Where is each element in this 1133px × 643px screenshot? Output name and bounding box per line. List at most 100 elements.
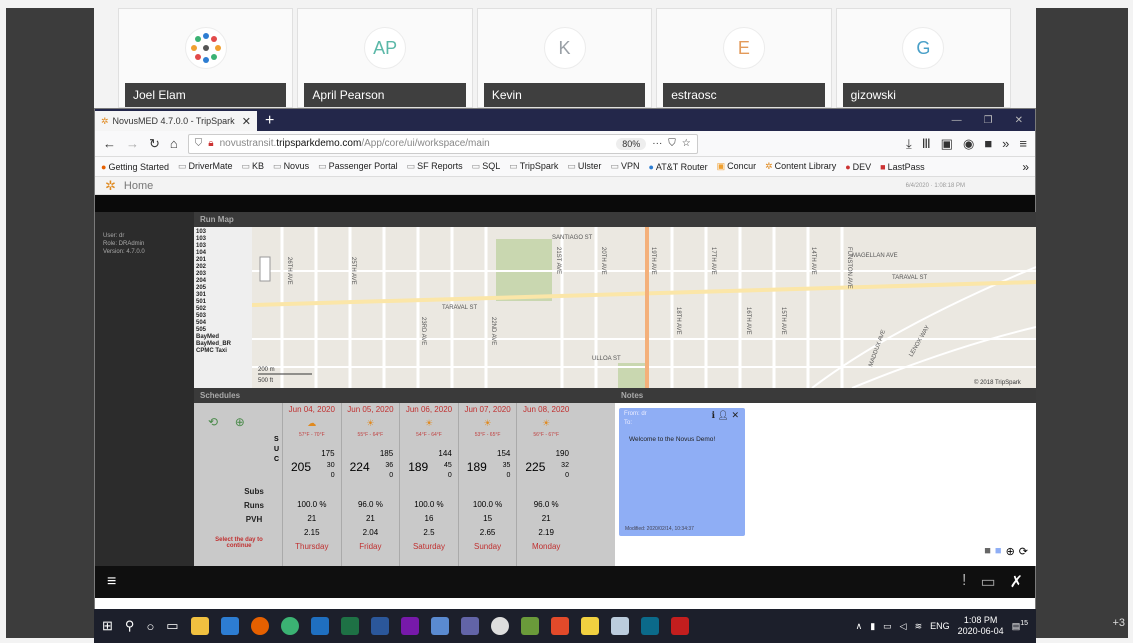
close-tab-icon[interactable]: ✕: [242, 115, 251, 128]
reload-icon[interactable]: ↻: [149, 136, 160, 152]
forward-icon[interactable]: →: [126, 136, 139, 151]
run-list-item[interactable]: 502: [196, 306, 250, 313]
bookmark-item[interactable]: ▣ Concur: [717, 161, 757, 172]
account-icon[interactable]: ◉: [963, 136, 974, 152]
bookmark-item[interactable]: ✲ Content Library: [765, 161, 836, 172]
pocket-icon[interactable]: ⛉: [668, 138, 676, 149]
day-of-week[interactable]: Sunday: [459, 542, 517, 551]
bookmark-item[interactable]: ▭ TripSpark: [509, 161, 558, 172]
run-list-item[interactable]: 201: [196, 257, 250, 264]
restore-icon[interactable]: ❐: [984, 115, 993, 126]
refresh-notes-icon[interactable]: ⟳: [1019, 545, 1028, 558]
task-view-icon[interactable]: ▭: [166, 618, 178, 634]
run-list-item[interactable]: 205: [196, 285, 250, 292]
teams-icon[interactable]: [460, 617, 479, 635]
edge-icon[interactable]: [220, 617, 239, 635]
participant-tile[interactable]: E estraosc: [656, 8, 832, 108]
battery-icon[interactable]: ▮: [870, 621, 875, 632]
bookmark-item[interactable]: ● AT&T Router: [648, 162, 707, 172]
sidebar-icon[interactable]: ▣: [941, 136, 953, 152]
day-of-week[interactable]: Monday: [517, 542, 575, 551]
schedule-day-column[interactable]: Jun 06, 2020 ☀ 54°F - 64°F 144 189 45 0 100.0 %…: [399, 403, 458, 566]
zoom-level[interactable]: 80%: [616, 137, 647, 150]
library-icon[interactable]: Ⅲ: [922, 136, 931, 152]
extra-participants-count[interactable]: +3: [1112, 617, 1125, 629]
day-date[interactable]: Jun 06, 2020: [400, 403, 458, 414]
excel-icon[interactable]: [340, 617, 359, 635]
run-list-item[interactable]: 103: [196, 243, 250, 250]
downloads-icon[interactable]: ⤓: [906, 136, 912, 152]
user-icon[interactable]: 👤︎: [718, 410, 729, 420]
language-indicator[interactable]: ENG: [930, 621, 950, 631]
run-list-item[interactable]: 301: [196, 292, 250, 299]
clock[interactable]: 1:08 PM 2020-06-04: [958, 615, 1004, 637]
info-icon[interactable]: ℹ: [712, 410, 715, 420]
run-list-item[interactable]: 503: [196, 313, 250, 320]
file-explorer-icon[interactable]: [190, 617, 209, 635]
home-link[interactable]: Home: [124, 180, 153, 192]
add-schedule-icon[interactable]: ⊕: [235, 415, 245, 429]
bookmark-item[interactable]: ▭ Ulster: [567, 161, 601, 172]
browser-tab[interactable]: ✲ NovusMED 4.7.0.0 - TripSpark ✕: [95, 111, 257, 131]
schedule-day-column[interactable]: Jun 07, 2020 ☀ 53°F - 65°F 154 189 35 0 100.0 %…: [457, 403, 517, 566]
schedule-day-column[interactable]: Jun 04, 2020 ☁ 57°F - 70°F 175 205 30 0 100.0 %…: [282, 403, 341, 566]
schedule-day-column[interactable]: Jun 05, 2020 ☀ 55°F - 64°F 185 224 36 0 96.0 % 2…: [340, 403, 400, 566]
sticky-notes-icon[interactable]: [580, 617, 599, 635]
notifications-icon[interactable]: ▤15: [1012, 620, 1028, 632]
network-icon[interactable]: ▭: [883, 621, 892, 632]
participant-tile[interactable]: K Kevin: [476, 8, 653, 108]
new-tab-button[interactable]: +: [257, 111, 282, 131]
star-icon[interactable]: ☆: [682, 138, 691, 149]
wifi-icon[interactable]: ≋: [915, 621, 923, 632]
schedule-day-column[interactable]: Jun 08, 2020 ☀ 56°F - 67°F 190 225 32 0 96.0 % 2…: [516, 403, 575, 566]
tray-expand-icon[interactable]: ∧: [856, 621, 863, 632]
day-date[interactable]: Jun 08, 2020: [517, 403, 575, 414]
day-date[interactable]: Jun 05, 2020: [342, 403, 400, 414]
note-card[interactable]: From: dr To: ℹ 👤︎ ✕ Welcome to the Novus…: [619, 408, 745, 536]
hamburger-menu-icon[interactable]: ≡: [107, 573, 116, 591]
back-icon[interactable]: ←: [103, 136, 116, 151]
blue-note-icon[interactable]: ■: [995, 545, 1002, 558]
participant-tile[interactable]: G gizowski: [835, 8, 1012, 108]
add-note-icon[interactable]: ⊕: [1006, 545, 1015, 558]
word-icon[interactable]: [370, 617, 389, 635]
run-list-item[interactable]: 103: [196, 236, 250, 243]
run-list-item[interactable]: 104: [196, 250, 250, 257]
close-icon[interactable]: ✕: [731, 410, 739, 420]
map-view[interactable]: SANTIAGO ST TARAVAL ST ULLOA ST MAGELLAN…: [252, 227, 1036, 388]
bookmark-item[interactable]: ▭ KB: [242, 161, 265, 172]
day-of-week[interactable]: Friday: [342, 542, 400, 551]
extension-icon[interactable]: ■: [984, 136, 992, 151]
participant-tile[interactable]: AP April Pearson: [297, 8, 473, 108]
volume-icon[interactable]: ◁: [900, 621, 907, 632]
run-list-item[interactable]: 505: [196, 327, 250, 334]
bookmark-item[interactable]: ▭ SF Reports: [407, 161, 463, 172]
day-date[interactable]: Jun 04, 2020: [283, 403, 341, 414]
bookmark-item[interactable]: ● Getting Started: [101, 162, 169, 172]
alert-icon[interactable]: !: [962, 572, 966, 592]
sharepoint-icon[interactable]: [640, 617, 659, 635]
bookmark-item[interactable]: ▭ Passenger Portal: [318, 161, 398, 172]
windows-start-icon[interactable]: ⊞: [102, 618, 113, 634]
run-list-item[interactable]: 504: [196, 320, 250, 327]
app-icon[interactable]: [490, 617, 509, 635]
cortana-icon[interactable]: ○: [146, 619, 154, 634]
snagit-icon[interactable]: [550, 617, 569, 635]
run-list-item[interactable]: 202: [196, 264, 250, 271]
map-canvas[interactable]: SANTIAGO ST TARAVAL ST ULLOA ST MAGELLAN…: [252, 227, 1036, 388]
run-list-item[interactable]: 103: [196, 229, 250, 236]
search-icon[interactable]: ⚲: [125, 618, 135, 634]
run-list-item[interactable]: BayMed: [196, 334, 250, 341]
run-list-item[interactable]: 204: [196, 278, 250, 285]
day-of-week[interactable]: Saturday: [400, 542, 458, 551]
minimize-icon[interactable]: —: [952, 115, 962, 126]
app-icon[interactable]: [520, 617, 539, 635]
outlook-icon[interactable]: [310, 617, 329, 635]
chat-icon[interactable]: ▭: [980, 572, 995, 592]
menu-icon[interactable]: ≡: [1019, 136, 1027, 151]
run-list-item[interactable]: 203: [196, 271, 250, 278]
onenote-icon[interactable]: [400, 617, 419, 635]
participant-tile[interactable]: Joel Elam: [118, 8, 294, 108]
url-bar[interactable]: ⛉ 🔒︎ novustransit.tripsparkdemo.com/App/…: [187, 133, 698, 154]
bookmark-item[interactable]: ■ LastPass: [880, 162, 924, 172]
